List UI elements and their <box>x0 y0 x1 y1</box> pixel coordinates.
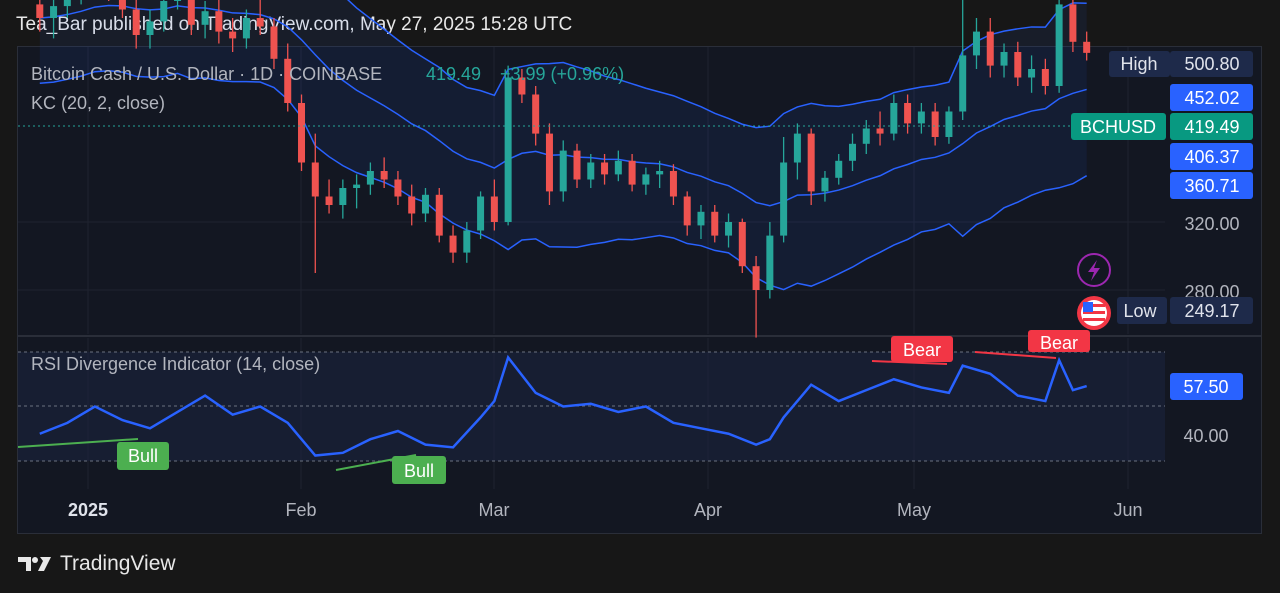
low-label: Low <box>1123 301 1157 321</box>
stage: Tea_Bar published on TradingView.com, Ma… <box>0 0 1280 593</box>
us-flag-icon[interactable] <box>1077 296 1111 330</box>
ticker-label: BCHUSD <box>1080 117 1156 137</box>
candle-2025-05-08 <box>959 0 967 120</box>
tick-320: 320.00 <box>1184 214 1239 234</box>
legend-rsi[interactable]: RSI Divergence Indicator (14, close) <box>31 354 320 374</box>
rsi-scale[interactable]: 57.50 40.00 <box>1170 373 1243 446</box>
candle-2025-02-21 <box>435 188 443 243</box>
candle-2025-02-01 <box>298 94 306 171</box>
candle-2025-03-03 <box>504 65 512 226</box>
kc-upper-value: 452.02 <box>1184 88 1239 108</box>
time-label-2025: 2025 <box>68 500 108 520</box>
tradingview-logo-icon <box>18 557 51 571</box>
legend-price: 419.49 <box>426 64 481 84</box>
legend-indicator[interactable]: KC (20, 2, close) <box>31 93 165 113</box>
low-value: 249.17 <box>1184 301 1239 321</box>
footer-brand: TradingView <box>60 552 176 575</box>
kc-lower-value: 360.71 <box>1184 176 1239 196</box>
bear-label-2-text: Bear <box>1040 333 1078 353</box>
chart-svg[interactable]: Bull Bull Bear Bear Bitcoin Cash / U.S. … <box>0 0 1280 593</box>
kc-middle-value: 406.37 <box>1184 147 1239 167</box>
time-label-jun: Jun <box>1113 500 1142 520</box>
bull-label-2-text: Bull <box>404 461 434 481</box>
bull-label-1: Bull <box>117 442 169 470</box>
time-label-may: May <box>897 500 931 520</box>
time-label-apr: Apr <box>694 500 722 520</box>
candle-2025-05-22 <box>1055 0 1063 93</box>
legend-symbol[interactable]: Bitcoin Cash / U.S. Dollar · 1D · COINBA… <box>31 64 382 84</box>
high-label: High <box>1120 54 1157 74</box>
rsi-value: 57.50 <box>1183 377 1228 397</box>
time-label-mar: Mar <box>479 500 510 520</box>
last-price-value: 419.49 <box>1184 117 1239 137</box>
lightning-icon[interactable] <box>1077 253 1111 287</box>
footer[interactable]: TradingView <box>18 551 176 577</box>
bear-label-1: Bear <box>891 336 953 362</box>
bull-label-2: Bull <box>392 456 446 484</box>
legend-change: +3.99 (+0.96%) <box>500 64 624 84</box>
time-axis[interactable]: 2025 Feb Mar Apr May Jun <box>68 500 1143 520</box>
candle-2025-04-06 <box>738 218 746 273</box>
bear-label-2: Bear <box>1028 330 1090 353</box>
time-label-feb: Feb <box>285 500 316 520</box>
bull-label-1-text: Bull <box>128 446 158 466</box>
bear-label-1-text: Bear <box>903 340 941 360</box>
rsi-tick-40: 40.00 <box>1183 426 1228 446</box>
high-value: 500.80 <box>1184 54 1239 74</box>
